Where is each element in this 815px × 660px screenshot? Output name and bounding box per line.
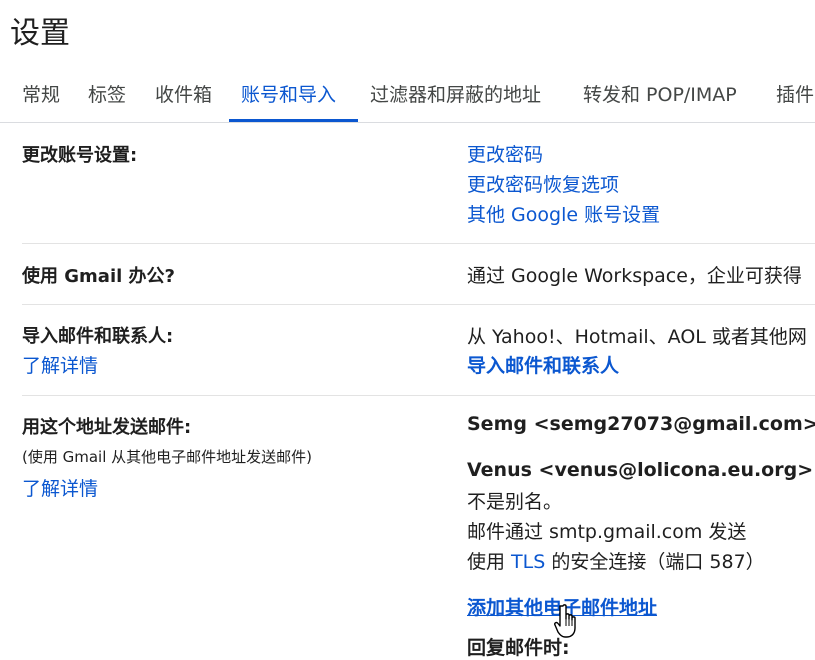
secure-prefix: 使用	[467, 551, 512, 573]
work-label: 使用 Gmail 办公?	[22, 266, 175, 287]
section-divider	[22, 395, 815, 396]
tab-addons[interactable]: 插件	[776, 80, 814, 107]
change-recovery-options-link[interactable]: 更改密码恢复选项	[467, 170, 619, 197]
section-divider	[22, 304, 815, 305]
page-title: 设置	[10, 16, 70, 51]
tabs-divider	[0, 122, 815, 123]
smtp-note: 邮件通过 smtp.gmail.com 发送	[467, 521, 747, 543]
import-description: 从 Yahoo!、Hotmail、AOL 或者其他网	[467, 326, 807, 348]
import-learn-more-link[interactable]: 了解详情	[22, 351, 98, 378]
send-as-subtitle: (使用 Gmail 从其他电子邮件地址发送邮件)	[22, 448, 313, 466]
send-as-label: 用这个地址发送邮件:	[22, 417, 192, 438]
primary-address: Semg <semg27073@gmail.com>	[467, 413, 815, 435]
section-divider	[22, 243, 815, 244]
tls-link[interactable]: TLS	[511, 551, 545, 573]
tab-labels[interactable]: 标签	[88, 80, 126, 107]
tab-general[interactable]: 常规	[22, 80, 60, 107]
workspace-description: 通过 Google Workspace，企业可获得	[467, 265, 802, 287]
import-label: 导入邮件和联系人:	[22, 326, 174, 347]
settings-tabs: 常规 标签 收件箱 账号和导入 过滤器和屏蔽的地址 转发和 POP/IMAP 插…	[0, 62, 815, 122]
tab-inbox[interactable]: 收件箱	[155, 80, 212, 107]
hand-cursor-icon	[554, 604, 576, 638]
import-mail-and-contacts-link[interactable]: 导入邮件和联系人	[467, 351, 619, 378]
secure-connection-note: 使用 TLS 的安全连接（端口 587）	[467, 547, 765, 574]
change-password-link[interactable]: 更改密码	[467, 140, 543, 167]
secondary-address: Venus <venus@lolicona.eu.org>	[467, 459, 814, 481]
alias-note: 不是别名。	[467, 491, 563, 513]
tab-filters-and-blocked[interactable]: 过滤器和屏蔽的地址	[370, 80, 541, 107]
change-account-label: 更改账号设置:	[22, 145, 138, 166]
other-google-account-settings-link[interactable]: 其他 Google 账号设置	[467, 200, 660, 227]
send-as-learn-more-link[interactable]: 了解详情	[22, 474, 98, 501]
tab-forwarding-pop-imap[interactable]: 转发和 POP/IMAP	[583, 80, 737, 107]
tab-accounts-and-import[interactable]: 账号和导入	[241, 80, 336, 107]
secure-suffix: 的安全连接（端口 587）	[545, 551, 765, 573]
